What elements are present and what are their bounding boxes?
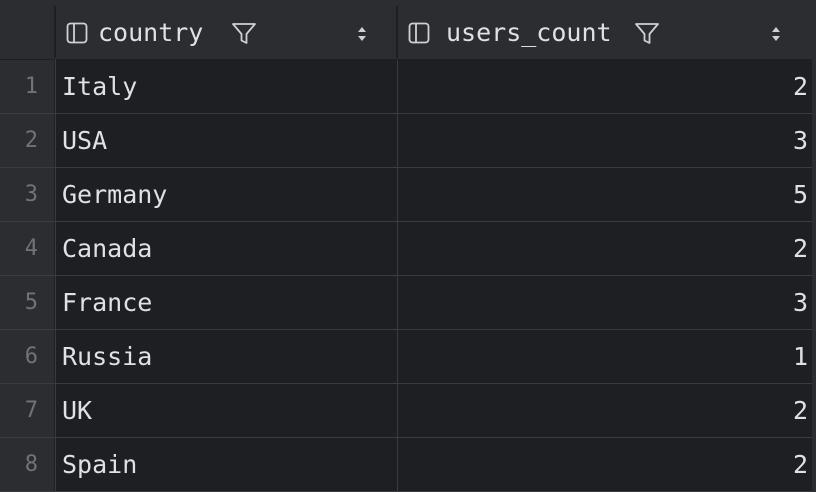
column-title: users_count (446, 18, 612, 47)
column-icon (66, 22, 88, 44)
cell-users-count[interactable]: 5 (397, 168, 808, 221)
cell-country[interactable]: Germany (56, 168, 396, 221)
table-row[interactable]: 7 UK 2 (0, 384, 816, 438)
column-title: country (98, 18, 204, 47)
table-header: country users_count (0, 0, 816, 60)
table-row[interactable]: 1 Italy 2 (0, 60, 816, 114)
row-number: 5 (0, 276, 54, 329)
row-number: 1 (0, 60, 54, 113)
cell-country[interactable]: USA (56, 114, 396, 167)
filter-icon[interactable] (634, 21, 660, 47)
cell-country[interactable]: Italy (56, 60, 396, 113)
cell-users-count[interactable]: 2 (397, 60, 808, 113)
row-number: 3 (0, 168, 54, 221)
cell-users-count[interactable]: 3 (397, 276, 808, 329)
cell-users-count[interactable]: 2 (397, 438, 808, 491)
column-header-country[interactable]: country (56, 8, 396, 58)
cell-country[interactable]: France (56, 276, 396, 329)
row-number: 2 (0, 114, 54, 167)
cell-country[interactable]: UK (56, 384, 396, 437)
row-number: 7 (0, 384, 54, 437)
column-divider (55, 59, 56, 492)
table-row[interactable]: 5 France 3 (0, 276, 816, 330)
data-grid: country users_count 1 Italy 2 2 USA 3 3 … (0, 0, 816, 492)
cell-country[interactable]: Russia (56, 330, 396, 383)
cell-users-count[interactable]: 2 (397, 222, 808, 275)
cell-country[interactable]: Spain (56, 438, 396, 491)
table-row[interactable]: 3 Germany 5 (0, 168, 816, 222)
row-number: 8 (0, 438, 54, 491)
sort-icon[interactable] (770, 25, 782, 43)
column-header-users-count[interactable]: users_count (398, 8, 812, 58)
row-number-header (0, 0, 54, 59)
table-row[interactable]: 6 Russia 1 (0, 330, 816, 384)
table-row[interactable]: 8 Spain 2 (0, 438, 816, 492)
row-number: 6 (0, 330, 54, 383)
table-row[interactable]: 2 USA 3 (0, 114, 816, 168)
row-number: 4 (0, 222, 54, 275)
grid-right-edge (812, 0, 816, 492)
cell-users-count[interactable]: 2 (397, 384, 808, 437)
cell-users-count[interactable]: 3 (397, 114, 808, 167)
cell-users-count[interactable]: 1 (397, 330, 808, 383)
filter-icon[interactable] (231, 21, 257, 47)
cell-country[interactable]: Canada (56, 222, 396, 275)
column-icon (408, 22, 430, 44)
sort-icon[interactable] (356, 25, 368, 43)
table-row[interactable]: 4 Canada 2 (0, 222, 816, 276)
